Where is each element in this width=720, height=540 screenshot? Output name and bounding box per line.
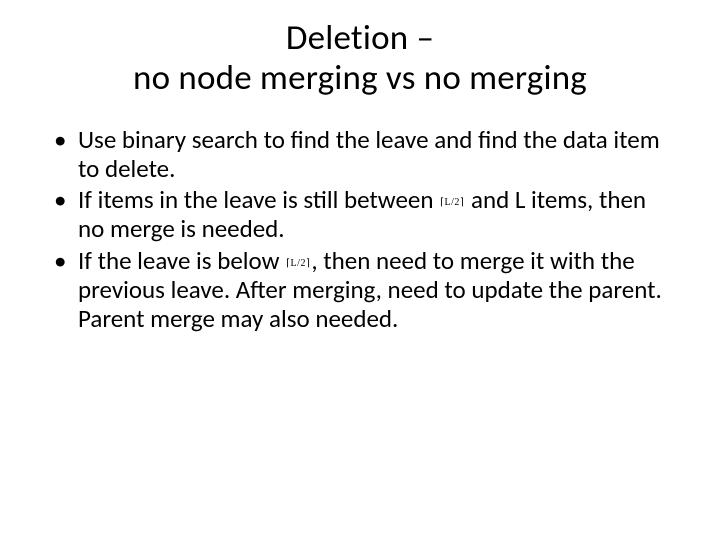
slide: Deletion – no node merging vs no merging… [0, 0, 720, 540]
bullet-text: If items in the leave is still between [78, 184, 439, 215]
bullet-text: Use binary search to find the leave and … [78, 124, 660, 184]
title-line-1: Deletion – [286, 17, 434, 59]
list-item: If the leave is below ⌈L/2⌉, then need t… [50, 246, 670, 334]
list-item: Use binary search to find the leave and … [50, 125, 670, 184]
bullet-list: Use binary search to find the leave and … [50, 125, 670, 334]
list-item: If items in the leave is still between ⌈… [50, 185, 670, 244]
ceil-expr: ⌈L/2⌉ [439, 197, 465, 209]
slide-body: Use binary search to find the leave and … [50, 125, 670, 334]
ceil-expr: ⌈L/2⌉ [285, 258, 311, 270]
title-line-2: no node merging vs no merging [133, 57, 587, 99]
slide-title: Deletion – no node merging vs no merging [50, 18, 670, 99]
bullet-text: If the leave is below [78, 245, 285, 276]
